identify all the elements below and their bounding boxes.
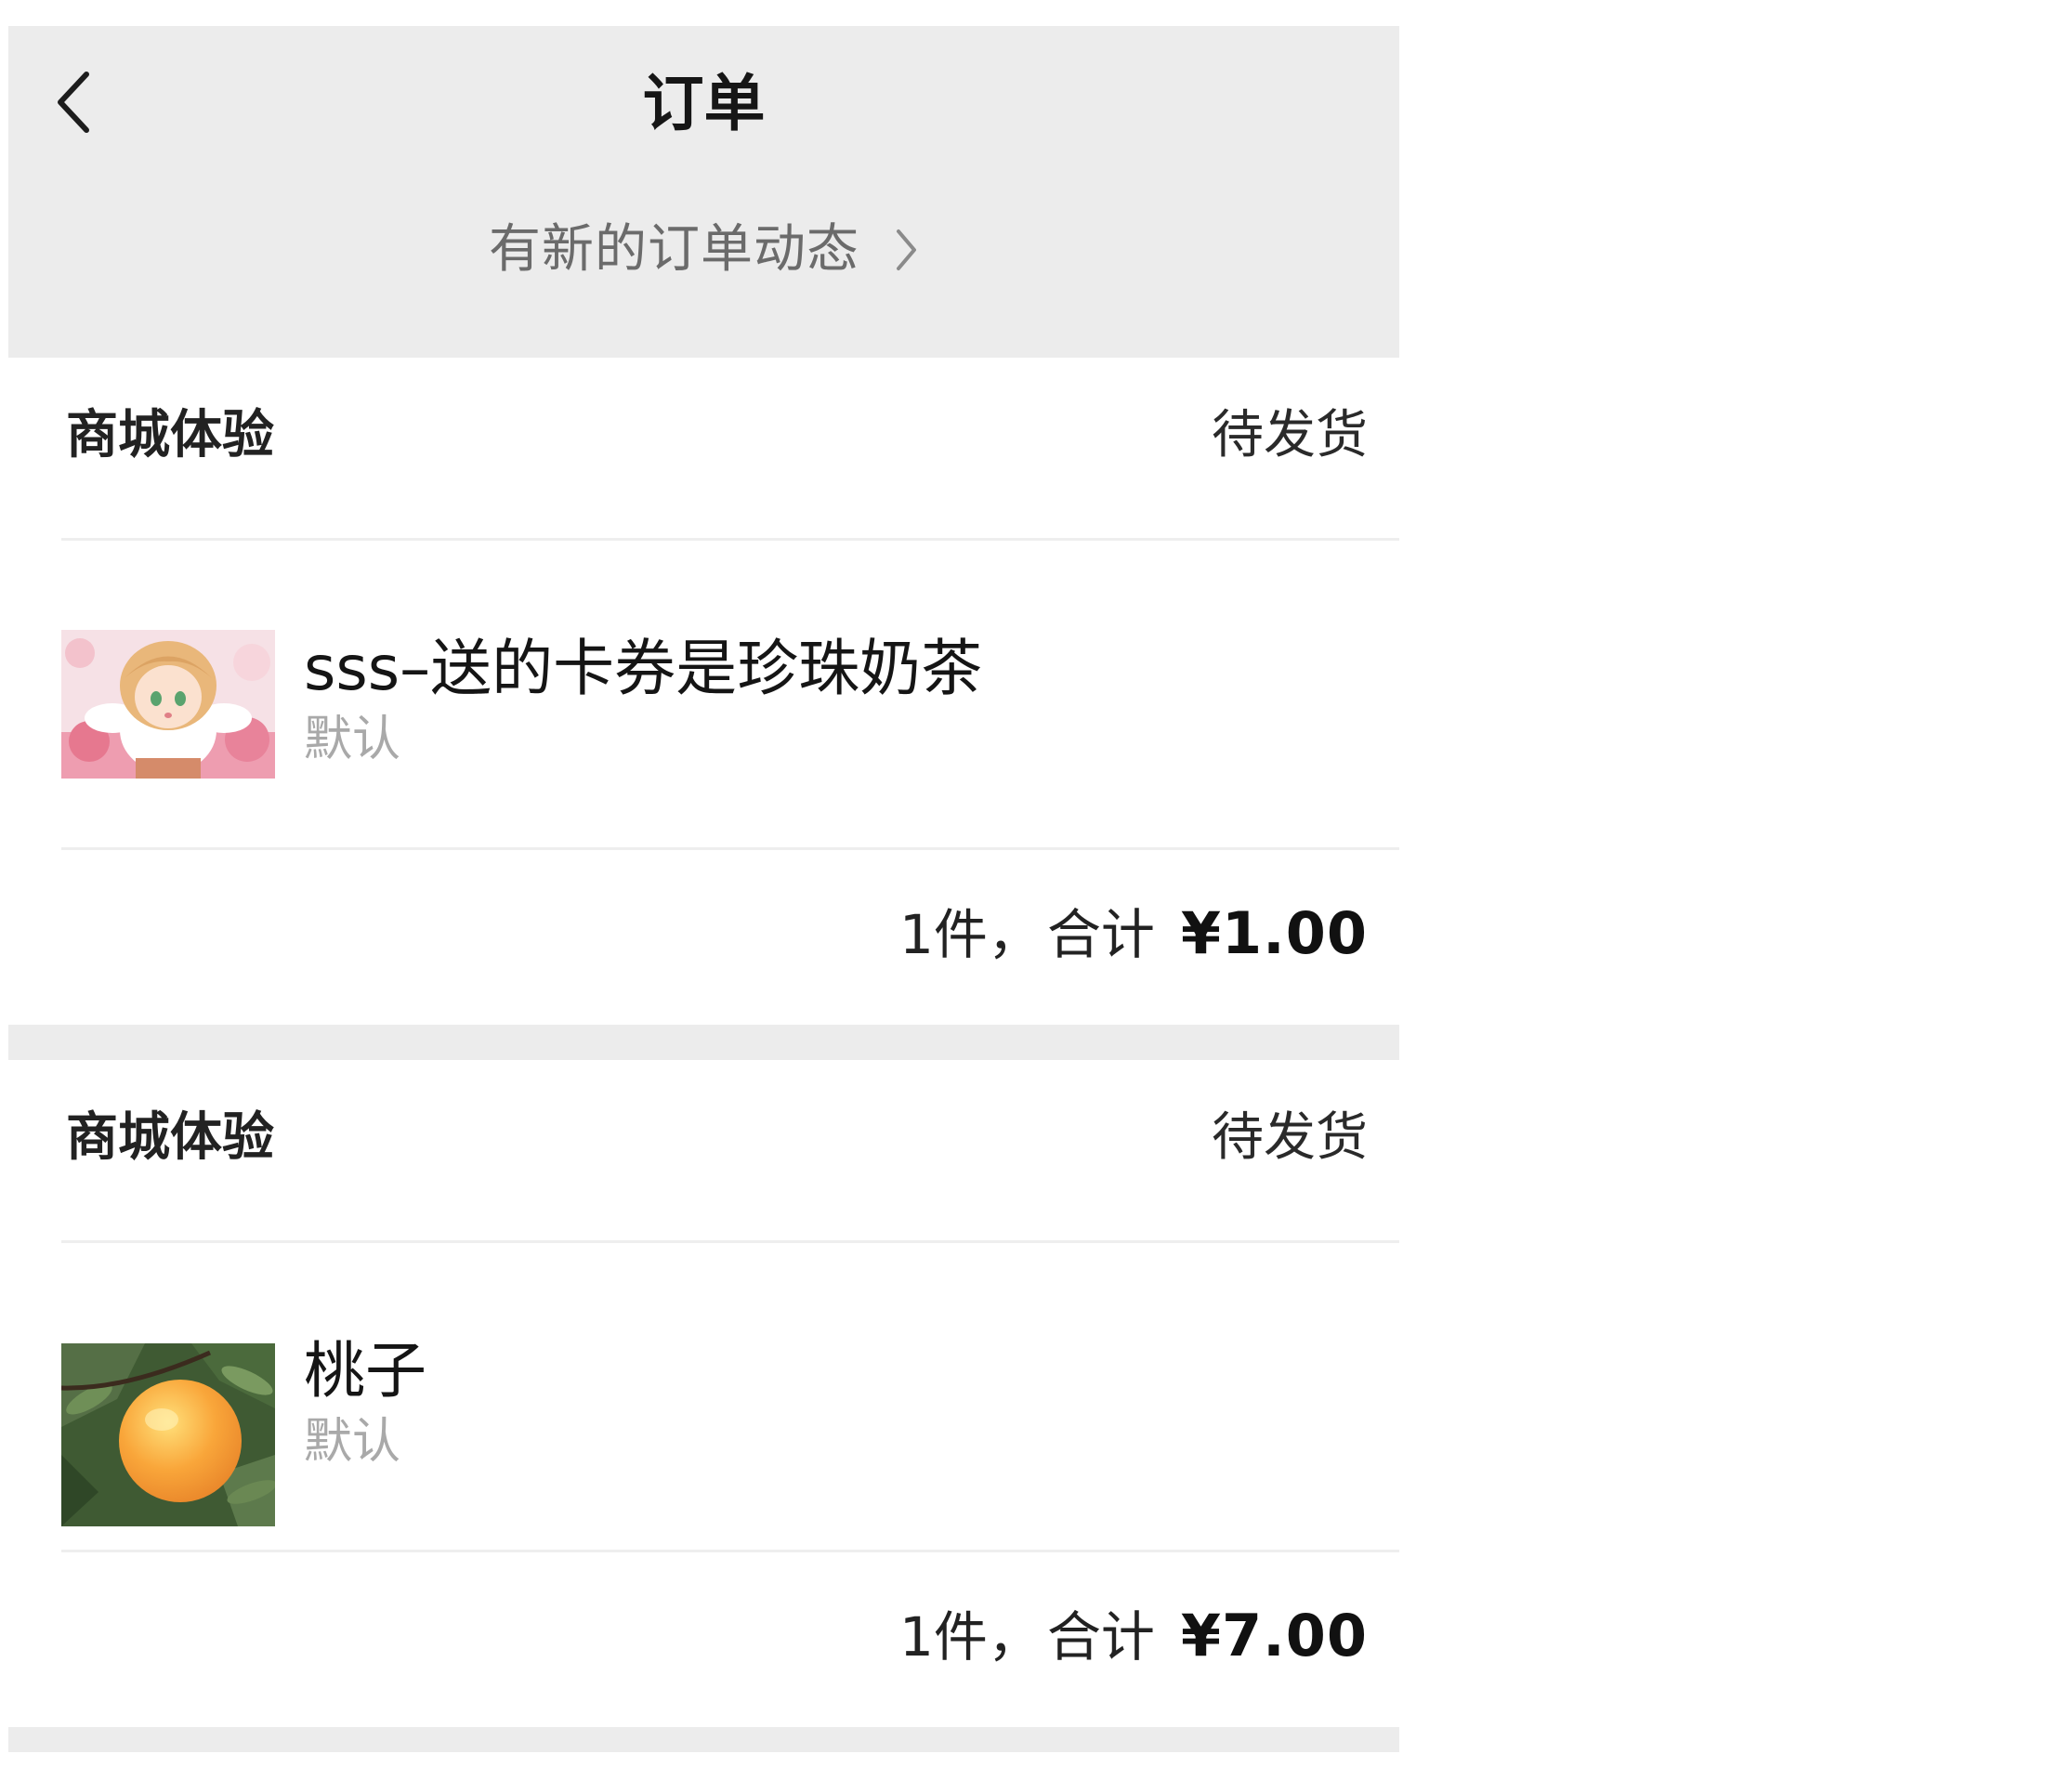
divider [61, 847, 1399, 850]
product-spec: 默认 [304, 712, 401, 767]
order-total: ¥7.00 [1180, 1602, 1368, 1669]
product-name: sss–送的卡券是珍珠奶茶 [304, 633, 983, 704]
order-item[interactable]: 桃子 默认 [8, 1243, 1399, 1550]
product-image [61, 1343, 275, 1526]
order-header[interactable]: 商城体验 待发货 [8, 358, 1399, 538]
order-header[interactable]: 商城体验 待发货 [8, 1060, 1399, 1240]
page-title: 订单 [642, 68, 766, 139]
product-name: 桃子 [304, 1335, 426, 1407]
product-spec: 默认 [304, 1414, 401, 1470]
item-count: 1件， [898, 1605, 1042, 1669]
product-image [61, 630, 275, 779]
divider [61, 1550, 1399, 1552]
order-summary: 1件， 合计 ¥7.00 [899, 1599, 1368, 1674]
order-status: 待发货 [1212, 405, 1368, 465]
chevron-right-icon [893, 227, 919, 273]
shop-name: 商城体验 [66, 1107, 274, 1168]
order-updates-link[interactable]: 有新的订单动态 [8, 216, 1399, 283]
order-updates-text: 有新的订单动态 [489, 219, 859, 280]
order-screen: 订单 有新的订单动态 商城体验 待发货 sss–送的卡券是珍珠奶茶 默认 1件，… [8, 26, 1399, 1752]
total-label: 合计 [1046, 903, 1155, 966]
order-card[interactable]: 商城体验 待发货 [8, 1060, 1399, 1727]
order-status: 待发货 [1212, 1107, 1368, 1168]
section-gap [8, 1727, 1399, 1752]
shop-name: 商城体验 [66, 405, 274, 465]
order-card[interactable]: 商城体验 待发货 [8, 358, 1399, 1025]
item-count: 1件， [898, 903, 1042, 966]
order-summary: 1件， 合计 ¥1.00 [899, 897, 1368, 972]
order-item[interactable]: sss–送的卡券是珍珠奶茶 默认 [8, 541, 1399, 847]
header: 订单 有新的订单动态 [8, 26, 1399, 358]
order-total: ¥1.00 [1180, 899, 1368, 967]
total-label: 合计 [1046, 1605, 1155, 1669]
section-gap [8, 1025, 1399, 1060]
